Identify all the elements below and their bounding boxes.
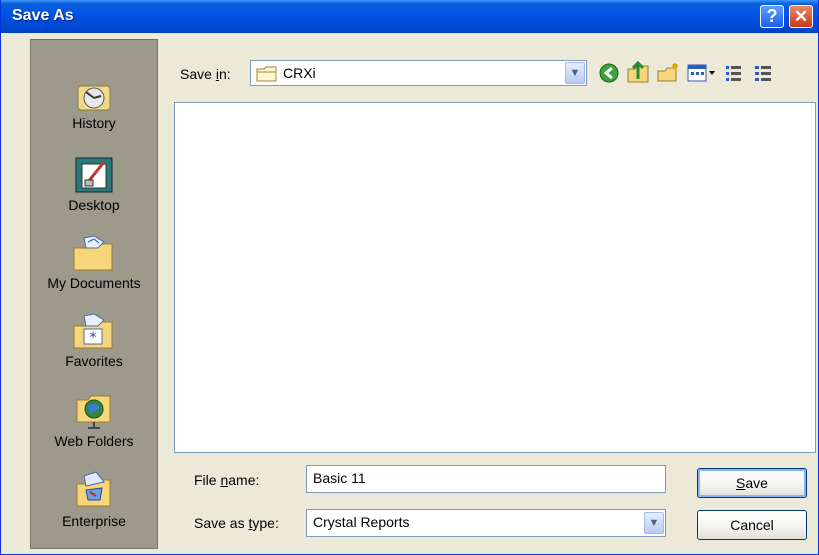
- new-folder-icon[interactable]: [656, 61, 680, 85]
- place-enterprise-label: Enterprise: [62, 513, 126, 529]
- cancel-button[interactable]: Cancel: [697, 510, 807, 540]
- place-favorites-label: Favorites: [65, 353, 123, 369]
- folder-icon: [256, 66, 277, 82]
- my-documents-icon: [73, 235, 113, 271]
- file-list[interactable]: [174, 102, 816, 453]
- save-in-value: CRXi: [283, 65, 316, 81]
- help-button[interactable]: ?: [760, 5, 784, 28]
- web-folders-icon: [76, 395, 111, 429]
- save-as-type-label: Save as type:: [194, 515, 279, 531]
- place-web-folders-label: Web Folders: [54, 433, 134, 449]
- places-bar: History Desktop My Documents * Favorites…: [30, 39, 158, 549]
- enterprise-icon: [76, 471, 111, 507]
- place-desktop[interactable]: Desktop: [31, 156, 157, 213]
- file-name-label: File name:: [194, 472, 260, 488]
- svg-text:*: *: [90, 330, 97, 346]
- save-as-dialog: Save As ? ✕ History Desktop My Documents…: [0, 0, 819, 555]
- chevron-down-icon[interactable]: ▼: [644, 512, 664, 534]
- save-as-type-value: Crystal Reports: [313, 514, 410, 530]
- place-enterprise[interactable]: Enterprise: [31, 470, 157, 529]
- history-icon: [77, 85, 111, 111]
- save-as-type-dropdown[interactable]: Crystal Reports ▼: [306, 509, 666, 537]
- back-icon[interactable]: [598, 61, 620, 85]
- place-favorites[interactable]: * Favorites: [31, 312, 157, 369]
- save-in-dropdown[interactable]: CRXi ▼: [250, 60, 587, 86]
- place-history-label: History: [72, 115, 116, 131]
- list-view-icon[interactable]: [724, 61, 744, 85]
- details-view-icon[interactable]: [753, 61, 773, 85]
- dialog-title: Save As: [12, 7, 74, 24]
- desktop-icon: [75, 157, 113, 193]
- title-bar[interactable]: Save As ? ✕: [1, 0, 818, 33]
- close-button[interactable]: ✕: [789, 5, 813, 28]
- place-my-documents[interactable]: My Documents: [31, 234, 157, 291]
- place-my-documents-label: My Documents: [47, 275, 141, 291]
- up-folder-icon[interactable]: [626, 61, 650, 85]
- place-history[interactable]: History: [31, 78, 157, 131]
- file-name-input[interactable]: Basic 11: [306, 465, 666, 493]
- save-in-label: Save in:: [180, 66, 231, 82]
- place-desktop-label: Desktop: [68, 197, 120, 213]
- chevron-down-icon[interactable]: ▼: [565, 62, 585, 84]
- save-button[interactable]: Save: [697, 468, 807, 498]
- view-menu-icon[interactable]: [686, 61, 716, 85]
- place-web-folders[interactable]: Web Folders: [31, 390, 157, 449]
- favorites-icon: *: [73, 313, 113, 349]
